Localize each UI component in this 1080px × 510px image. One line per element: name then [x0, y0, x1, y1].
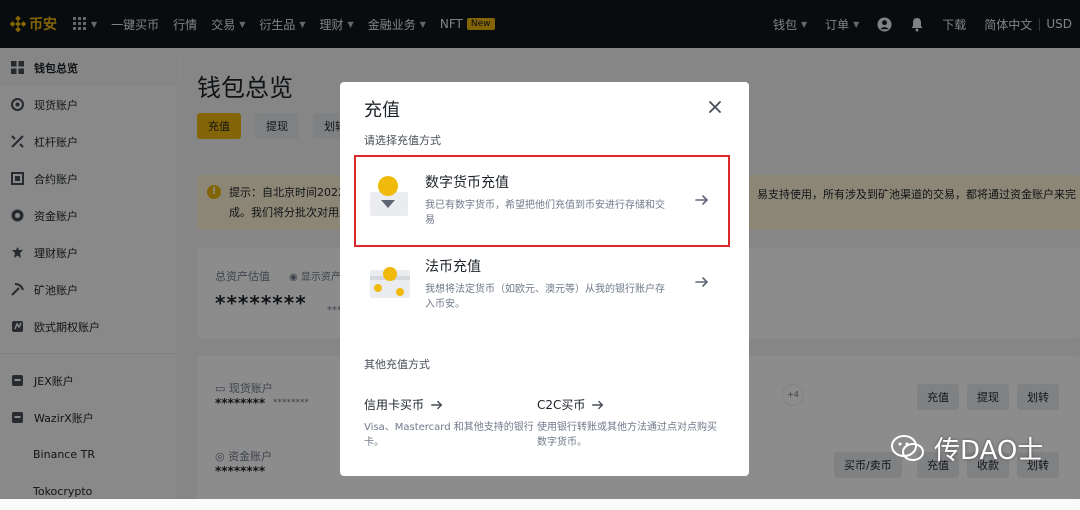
credit-card-option[interactable]: 信用卡买币	[364, 396, 444, 413]
c2c-desc: 使用银行转账或其他方法通过点对点购买数字货币。	[537, 422, 717, 448]
watermark: 传DAO士	[890, 430, 1043, 467]
deposit-modal: 充值 请选择充值方式 数字货币充值 我已有数字货币，希望把他们充值到币安进行存储…	[340, 82, 749, 476]
credit-card-title: 信用卡买币	[364, 398, 425, 412]
credit-card-desc: Visa、Mastercard 和其他支持的银行卡。	[364, 422, 534, 448]
close-icon[interactable]	[706, 98, 724, 116]
c2c-option[interactable]: C2C买币	[537, 396, 605, 413]
other-methods-label: 其他充值方式	[364, 358, 430, 371]
modal-subtitle: 请选择充值方式	[364, 134, 441, 147]
highlight-box	[354, 155, 730, 247]
fiat-deposit-icon	[370, 267, 410, 298]
wechat-icon	[891, 434, 924, 461]
c2c-title: C2C买币	[537, 398, 586, 412]
watermark-text: 传DAO士	[934, 436, 1044, 466]
modal-title: 充值	[364, 100, 400, 121]
fiat-deposit-title: 法币充值	[425, 259, 481, 275]
fiat-deposit-desc: 我想将法定货币（如欧元、澳元等）从我的银行账户存入币安。	[425, 284, 665, 310]
arrow-right-icon	[592, 400, 604, 409]
arrow-right-icon	[431, 400, 443, 409]
arrow-right-icon	[695, 277, 709, 287]
fiat-deposit-option[interactable]: 法币充值 我想将法定货币（如欧元、澳元等）从我的银行账户存入币安。	[364, 252, 726, 322]
